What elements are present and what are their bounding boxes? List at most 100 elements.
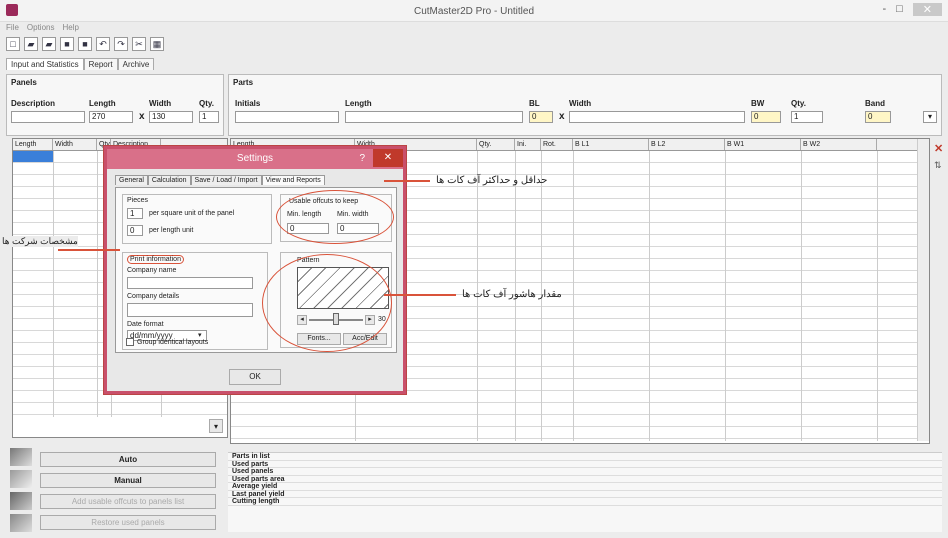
col-bw2[interactable]: B W2 [801,139,877,150]
new-icon[interactable]: □ [6,37,20,51]
col-bl1[interactable]: B L1 [573,139,649,150]
redo-icon[interactable]: ↷ [114,37,128,51]
company-callout-line [58,249,120,251]
col-rot[interactable]: Rot. [541,139,573,150]
tab-input-statistics[interactable]: Input and Statistics [6,58,84,70]
panels-dropdown-icon[interactable]: ▾ [209,419,223,433]
sort-icon[interactable]: ⇅ [934,160,942,171]
pieces-group: Pieces 1 per square unit of the panel 0 … [122,194,272,244]
auto-button[interactable]: Auto [40,452,216,467]
col-length[interactable]: Length [13,139,53,150]
menu-bar: File Options Help [6,23,79,32]
band-dropdown-icon[interactable]: ▾ [923,111,937,123]
group-identical-label: Group identical layouts [137,338,209,346]
dialog-help-button[interactable]: ? [359,153,365,164]
menu-options[interactable]: Options [27,23,55,32]
auto-icon [10,448,32,466]
col-part-qty[interactable]: Qty. [477,139,515,150]
length-label: Length [89,99,116,108]
save-icon[interactable]: ■ [60,37,74,51]
window-title: CutMaster2D Pro - Untitled [413,6,535,17]
col-ini[interactable]: Ini. [515,139,541,150]
stat-average-yield: Average yield [228,483,942,491]
tab-report[interactable]: Report [83,58,118,70]
band-input[interactable]: 0 [865,111,891,123]
parts-grid-scrollbar[interactable] [917,139,929,441]
part-width-label: Width [569,99,592,108]
delete-icon[interactable]: ✕ [934,142,943,155]
statistics-panel: Parts in list Used parts Used panels Use… [228,452,942,532]
stat-parts-in-list: Parts in list [228,453,942,461]
dialog-close-button[interactable]: ✕ [373,149,403,167]
parts-section-label: Parts [233,78,254,87]
length-input[interactable]: 270 [89,111,133,123]
undo-icon[interactable]: ↶ [96,37,110,51]
description-label: Description [11,99,56,108]
dialog-body: Pieces 1 per square unit of the panel 0 … [115,187,397,353]
col-bw1[interactable]: B W1 [725,139,801,150]
tab-archive[interactable]: Archive [117,58,155,70]
col-width[interactable]: Width [53,139,97,150]
pieces-length-input[interactable]: 0 [127,225,143,236]
restore-panels-button[interactable]: Restore used panels [40,515,216,530]
dialog-tab-view-reports[interactable]: View and Reports [261,175,325,185]
bl-input[interactable]: 0 [529,111,553,123]
stat-used-panels: Used panels [228,468,942,476]
parts-times-sign: x [559,111,565,122]
col-bl2[interactable]: B L2 [649,139,725,150]
company-details-label: Company details [127,293,180,300]
menu-file[interactable]: File [6,23,19,32]
panels-section-label: Panels [11,78,37,87]
pattern-highlight-oval [262,254,392,352]
initials-label: Initials [235,99,261,108]
qty-input[interactable]: 1 [199,111,219,123]
times-sign: x [139,111,145,122]
stat-last-panel-yield: Last panel yield [228,491,942,498]
manual-button[interactable]: Manual [40,473,216,488]
pieces-area-text: per square unit of the panel [149,210,235,217]
minimize-button[interactable]: - [882,3,886,16]
stat-used-parts-area: Used parts area [228,476,942,483]
part-width-input[interactable] [569,111,745,123]
open-folder-icon[interactable]: ▰ [42,37,56,51]
cut-icon[interactable]: ✂ [132,37,146,51]
description-input[interactable] [11,111,85,123]
offcuts-annotation: حداقل و حداکثر آف کات ها [436,175,548,186]
dialog-tab-save-load-import[interactable]: Save / Load / Import [190,175,262,185]
company-annotation: مشخصات شرکت ها [2,236,78,247]
width-label: Width [149,99,172,108]
checkbox-box[interactable] [126,338,134,346]
ok-button[interactable]: OK [229,369,281,385]
dialog-tab-calculation[interactable]: Calculation [147,175,191,185]
qty-label: Qty. [199,99,214,108]
manual-icon [10,470,32,488]
bw-input[interactable]: 0 [751,111,781,123]
company-name-input[interactable] [127,277,253,289]
restore-icon [10,514,32,532]
selected-cell[interactable] [13,151,53,162]
stat-used-parts: Used parts [228,461,942,468]
maximize-button[interactable]: □ [896,3,903,16]
part-length-input[interactable] [345,111,523,123]
add-offcuts-button[interactable]: Add usable offcuts to panels list [40,494,216,509]
width-input[interactable]: 130 [149,111,193,123]
toolbar: □ ▰ ▰ ■ ■ ↶ ↷ ✂ ▦ [6,37,164,51]
open-icon[interactable]: ▰ [24,37,38,51]
group-identical-checkbox[interactable]: Group identical layouts [126,338,208,346]
settings-icon[interactable]: ▦ [150,37,164,51]
print-info-group: Print information Company name Company d… [122,252,268,350]
date-format-label: Date format [127,321,164,328]
dialog-tab-general[interactable]: General [115,175,148,185]
company-details-input[interactable] [127,303,253,317]
pieces-area-input[interactable]: 1 [127,208,143,219]
initials-input[interactable] [235,111,339,123]
offcuts-highlight-oval [276,190,394,244]
window-controls: - □ ✕ [882,3,942,16]
main-tabs: Input and Statistics Report Archive [6,58,155,70]
save-as-icon[interactable]: ■ [78,37,92,51]
close-button[interactable]: ✕ [912,3,942,16]
pattern-callout-line [384,294,456,296]
dialog-tabs: General Calculation Save / Load / Import… [115,175,325,185]
part-qty-input[interactable]: 1 [791,111,823,123]
menu-help[interactable]: Help [62,23,78,32]
